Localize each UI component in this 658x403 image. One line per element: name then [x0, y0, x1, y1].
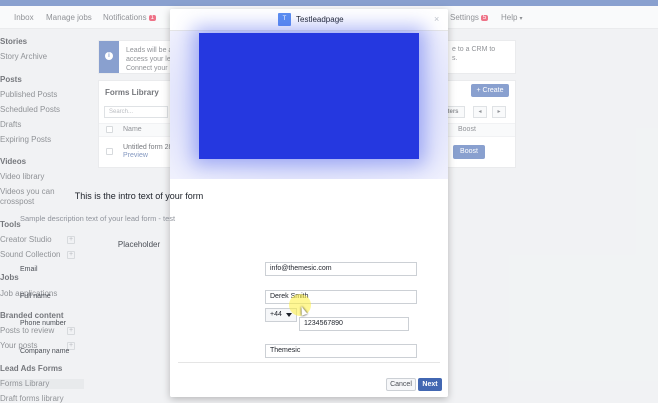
full-name-field[interactable]: Derek Smith — [265, 290, 417, 304]
form-hero-area — [170, 31, 448, 179]
close-icon[interactable]: × — [434, 14, 439, 24]
email-label: Email — [20, 266, 38, 273]
form-description: Sample description text of your lead for… — [20, 214, 176, 223]
lead-form-preview-modal: T Testleadpage × — [170, 9, 448, 397]
company-field[interactable]: Themesic — [265, 344, 417, 358]
next-button[interactable]: Next — [418, 378, 442, 391]
page-avatar: T — [278, 13, 291, 26]
company-label: Company name — [20, 348, 70, 355]
phone-label: Phone number — [20, 320, 66, 327]
modal-footer-divider — [178, 362, 440, 363]
form-section-placeholder: Placeholder — [117, 240, 161, 249]
form-intro-text: This is the intro text of your form — [74, 191, 204, 201]
full-name-label: Full name — [20, 293, 51, 300]
phone-field[interactable]: 1234567890 — [299, 317, 409, 331]
chevron-down-icon — [286, 313, 292, 317]
modal-title: Testleadpage — [296, 15, 344, 24]
modal-body — [170, 179, 448, 397]
modal-header: T Testleadpage × — [170, 9, 448, 31]
cancel-button[interactable]: Cancel — [386, 378, 416, 391]
email-field[interactable]: info@themesic.com — [265, 262, 417, 276]
country-code-value: +44 — [270, 311, 282, 318]
form-cover-image — [199, 33, 419, 159]
